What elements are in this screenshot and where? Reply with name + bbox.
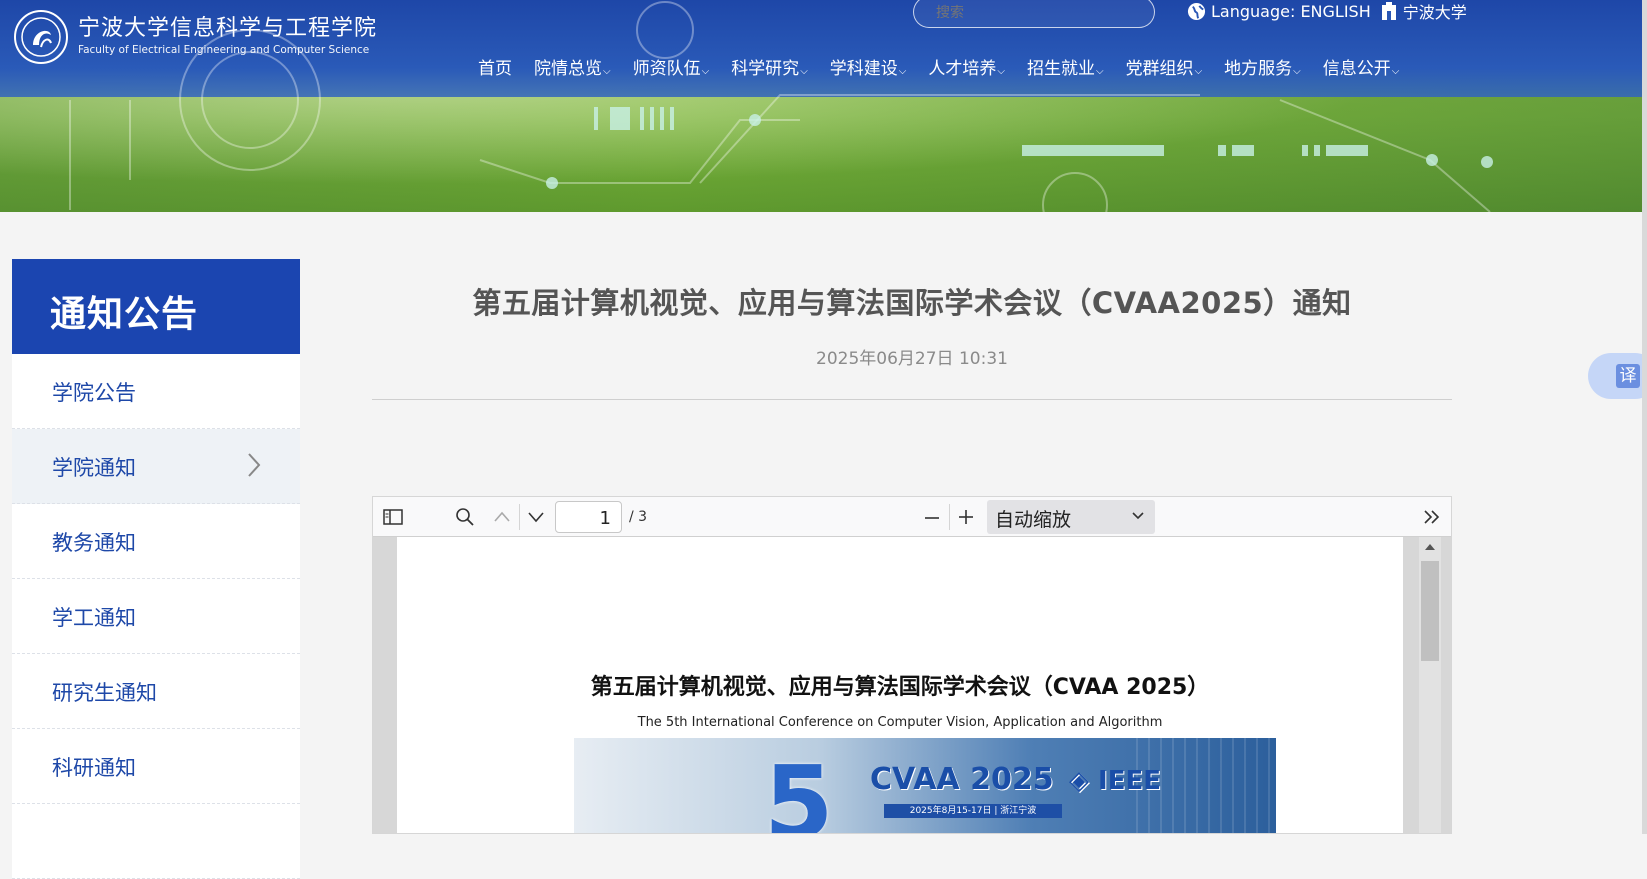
chevron-down-icon: ⌵ (1391, 66, 1400, 77)
sidebar-item-academic-notice[interactable]: 教务通知 (12, 504, 300, 579)
article-title: 第五届计算机视觉、应用与算法国际学术会议（CVAA2025）通知 (472, 286, 1352, 320)
sidebar-item-student-affairs-notice[interactable]: 学工通知 (12, 579, 300, 654)
zoom-select[interactable]: 自动缩放 (987, 500, 1155, 534)
language-switch[interactable]: Language: ENGLISH 宁波大学 (1187, 0, 1467, 22)
university-seal-icon (14, 10, 68, 64)
banner-date: 2025年8月15-17日 | 浙江宁波 (884, 804, 1062, 818)
nav-item-discipline[interactable]: 学科建设 ⌵ (830, 54, 907, 79)
nav-item-service[interactable]: 地方服务 ⌵ (1224, 54, 1301, 79)
faculty-logo[interactable]: 宁波大学信息科学与工程学院 Faculty of Electrical Engi… (14, 10, 377, 64)
faculty-name-cn: 宁波大学信息科学与工程学院 (78, 16, 378, 41)
chevron-down-icon: ⌵ (701, 66, 710, 77)
pdf-page: 第五届计算机视觉、应用与算法国际学术会议（CVAA 2025） The 5th … (397, 537, 1403, 834)
sidebar-toggle-icon[interactable] (383, 509, 403, 525)
page-number-input[interactable]: 1 (555, 501, 622, 533)
scroll-up-icon[interactable] (1424, 543, 1436, 551)
main-nav: 首页 院情总览 ⌵ 师资队伍 ⌵ 科学研究 ⌵ 学科建设 ⌵ 人才培养 ⌵ 招生就业 ⌵ 党… (478, 54, 1421, 79)
scrollbar-thumb[interactable] (1421, 561, 1439, 661)
page-scrollbar[interactable] (1642, 0, 1647, 834)
toolbar-separator (519, 504, 520, 530)
chevron-down-icon: ⌵ (997, 66, 1005, 77)
chevron-down-icon: ⌵ (603, 66, 611, 77)
translate-button[interactable]: 译 (1588, 353, 1647, 399)
page-count: / 3 (629, 509, 648, 525)
toolbar-separator (949, 504, 950, 530)
nav-item-party[interactable]: 党群组织 ⌵ (1126, 54, 1203, 79)
banner-number: 5 (764, 744, 834, 834)
nav-item-admission[interactable]: 招生就业 ⌵ (1027, 54, 1104, 79)
sidebar-title: 通知公告 (12, 259, 300, 354)
chevron-down-icon: ⌵ (898, 66, 907, 77)
globe-icon (1187, 2, 1206, 20)
chevron-down-icon: ⌵ (1293, 66, 1301, 77)
sidebar-item-more[interactable] (12, 804, 300, 879)
pdf-document-title: 第五届计算机视觉、应用与算法国际学术会议（CVAA 2025） (590, 675, 1210, 700)
chevron-down-icon (1132, 512, 1144, 520)
chevron-down-icon: ⌵ (1194, 66, 1203, 77)
nav-item-overview[interactable]: 院情总览 ⌵ (534, 54, 611, 79)
nav-item-faculty[interactable]: 师资队伍 ⌵ (633, 54, 710, 79)
search-input[interactable] (913, 0, 1155, 28)
chevron-down-icon: ⌵ (800, 66, 808, 77)
nav-item-disclosure[interactable]: 信息公开 ⌵ (1323, 54, 1400, 79)
nav-item-education[interactable]: 人才培养 ⌵ (928, 54, 1005, 79)
nav-item-research[interactable]: 科学研究 ⌵ (731, 54, 808, 79)
sidebar-item-research-notice[interactable]: 科研通知 (12, 729, 300, 804)
article-header: 第五届计算机视觉、应用与算法国际学术会议（CVAA2025）通知 2025年06… (372, 259, 1452, 400)
site-header: 宁波大学信息科学与工程学院 Faculty of Electrical Engi… (0, 0, 1647, 212)
pdf-toolbar: 1 / 3 自动缩放 (373, 497, 1451, 537)
faculty-name-en: Faculty of Electrical Engineering and Co… (78, 44, 370, 56)
pdf-document-subtitle: The 5th International Conference on Comp… (637, 715, 1163, 730)
tools-menu-icon[interactable] (1423, 508, 1441, 526)
pdf-scrollbar[interactable] (1419, 537, 1441, 833)
university-link[interactable]: 宁波大学 (1403, 0, 1467, 23)
sidebar-item-college-notice[interactable]: 学院通知 (12, 429, 300, 504)
search-icon[interactable] (455, 507, 475, 527)
ieee-logo: ◈ IEEE (1069, 766, 1162, 796)
translate-icon: 译 (1616, 364, 1640, 388)
conference-banner-image: 5 CVAA 2025 ◈ IEEE 2025年8月15-17日 | 浙江宁波 (574, 738, 1276, 834)
article-date: 2025年06月27日 10:31 (816, 349, 1008, 369)
language-label: Language: ENGLISH (1211, 1, 1371, 21)
sidebar: 通知公告 学院公告 学院通知 教务通知 学工通知 研究生通知 科研通知 (12, 259, 300, 879)
zoom-select-value: 自动缩放 (995, 509, 1072, 531)
chevron-down-icon: ⌵ (1095, 66, 1104, 77)
nav-item-home[interactable]: 首页 (478, 54, 512, 79)
divider (372, 399, 1452, 400)
next-page-icon[interactable] (527, 509, 545, 525)
building-icon (1381, 2, 1396, 20)
banner-title: CVAA 2025 (870, 762, 1054, 797)
sidebar-item-college-announcement[interactable]: 学院公告 (12, 354, 300, 429)
zoom-out-icon[interactable] (923, 509, 941, 525)
pdf-viewer: 1 / 3 自动缩放 第五届计算机视觉、应用与算法国际学术会议（CVAA 202… (372, 496, 1452, 834)
sidebar-item-graduate-notice[interactable]: 研究生通知 (12, 654, 300, 729)
zoom-in-icon[interactable] (957, 508, 975, 526)
chevron-right-icon (248, 453, 261, 477)
previous-page-icon[interactable] (493, 509, 511, 525)
